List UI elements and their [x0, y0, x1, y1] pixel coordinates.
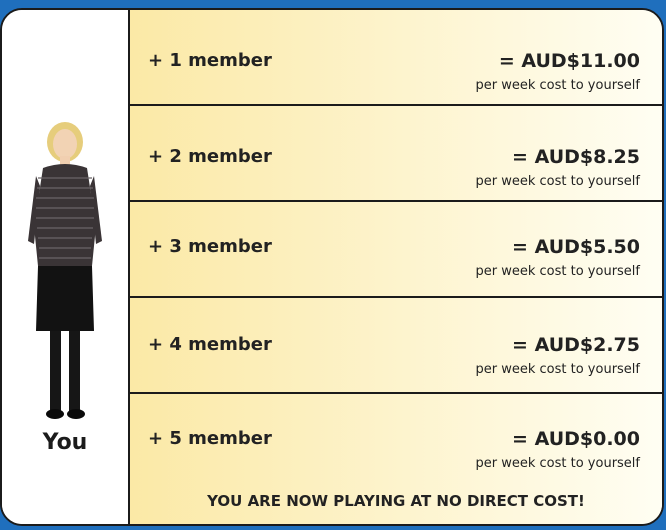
member-count-label: + 4 member: [148, 334, 272, 355]
cost-description: per week cost to yourself: [475, 174, 641, 189]
you-column: You: [2, 10, 128, 524]
cost-amount: = AUD$5.50: [512, 236, 640, 258]
member-count-label: + 2 member: [148, 146, 272, 167]
member-count-label: + 5 member: [148, 428, 272, 449]
membership-cost-panel: You + 1 member = AUD$11.00 per week cost…: [0, 8, 664, 526]
no-cost-message: YOU ARE NOW PLAYING AT NO DIRECT COST!: [207, 492, 585, 510]
cost-amount: = AUD$0.00: [512, 428, 640, 450]
cost-row-4: + 4 member = AUD$2.75 per week cost to y…: [130, 298, 662, 394]
person-image: [28, 122, 102, 419]
cost-row-2: + 2 member = AUD$8.25 per week cost to y…: [130, 106, 662, 202]
cost-row-3: + 3 member = AUD$5.50 per week cost to y…: [130, 202, 662, 298]
cost-amount: = AUD$8.25: [512, 146, 640, 168]
member-count-label: + 1 member: [148, 50, 272, 71]
cost-description: per week cost to yourself: [475, 78, 641, 93]
cost-description: per week cost to yourself: [475, 264, 641, 279]
member-cost-rows: + 1 member = AUD$11.00 per week cost to …: [130, 10, 662, 524]
cost-amount: = AUD$11.00: [498, 50, 640, 72]
member-count-label: + 3 member: [148, 236, 272, 257]
cost-amount: = AUD$2.75: [512, 334, 640, 356]
cost-description: per week cost to yourself: [475, 456, 641, 471]
cost-row-1: + 1 member = AUD$11.00 per week cost to …: [130, 10, 662, 106]
you-label: You: [42, 430, 88, 455]
cost-description: per week cost to yourself: [475, 362, 641, 377]
